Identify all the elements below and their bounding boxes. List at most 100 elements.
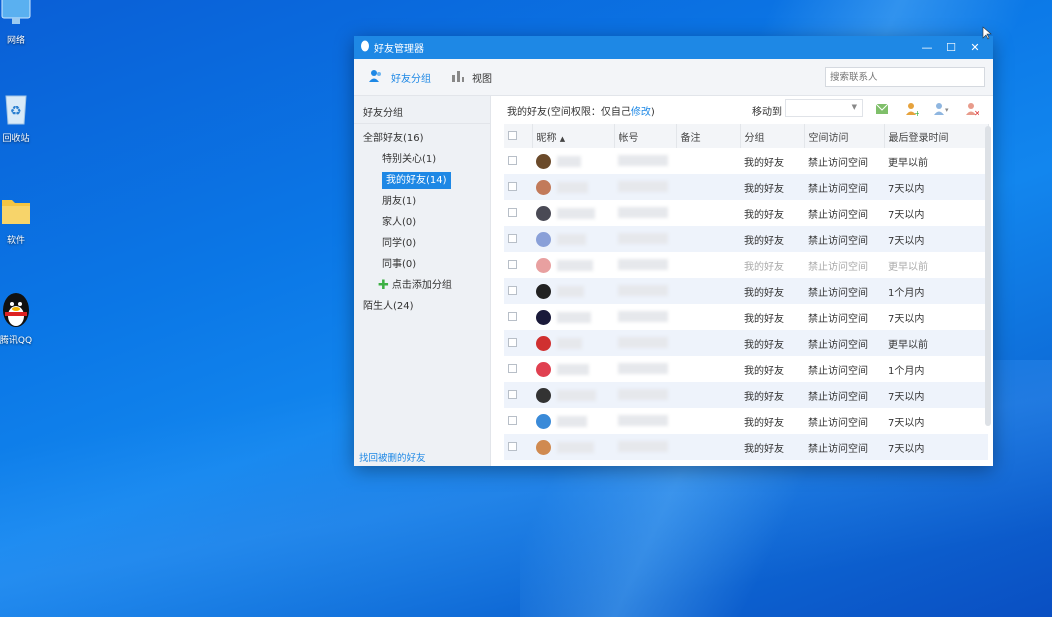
blurred-nickname [557,233,586,245]
nickname-cell [532,356,614,382]
recover-deleted-friends-link[interactable]: 找回被删的好友 [359,450,426,464]
row-checkbox-cell[interactable] [504,408,532,434]
row-checkbox-cell[interactable] [504,382,532,408]
table-row[interactable]: 我的好友 禁止访问空间 更早以前 [504,330,988,356]
blurred-nickname [557,415,587,427]
group-my-friends[interactable]: 我的好友(14) [354,170,490,191]
table-row[interactable]: 我的好友 禁止访问空间 7天以内 [504,174,988,200]
row-checkbox-cell[interactable] [504,330,532,356]
table-row[interactable]: 我的好友 禁止访问空间 7天以内 [504,408,988,434]
desktop-icon-label: 腾讯QQ [0,336,33,346]
search-input[interactable] [825,67,985,87]
row-checkbox[interactable] [508,208,517,217]
close-button[interactable]: ✕ [963,41,987,54]
group-family[interactable]: 家人(0) [354,212,490,233]
row-checkbox[interactable] [508,442,517,451]
desktop-icon-qq[interactable]: 腾讯QQ [0,290,46,346]
group-colleagues[interactable]: 同事(0) [354,254,490,275]
tab-view[interactable]: 视图 [451,70,492,85]
account-cell [614,200,676,226]
table-row[interactable]: 我的好友 禁止访问空间 7天以内 [504,304,988,330]
row-checkbox[interactable] [508,338,517,347]
desktop-icon-network[interactable]: 网络 [0,0,46,46]
row-checkbox[interactable] [508,260,517,269]
table-row[interactable]: 我的好友 禁止访问空间 更早以前 [504,148,988,174]
column-header-group[interactable]: 分组 [740,124,805,148]
group-friends[interactable]: 朋友(1) [354,191,490,212]
row-checkbox[interactable] [508,182,517,191]
desktop-icon-recycle-bin[interactable]: ♻ 回收站 [0,88,46,144]
row-checkbox-cell[interactable] [504,226,532,252]
table-row[interactable]: 我的好友 禁止访问空间 7天以内 [504,200,988,226]
column-header-account[interactable]: 帐号 [614,124,677,148]
last-login-cell: 更早以前 [888,157,928,169]
desktop-icon-software-folder[interactable]: 软件 [0,190,46,246]
group-cell: 我的好友 [744,261,784,273]
row-checkbox-cell[interactable] [504,148,532,174]
blurred-account [618,363,668,375]
column-header-last-login[interactable]: 最后登录时间 [884,124,989,148]
vertical-scrollbar[interactable] [985,126,991,426]
desktop-icon-label: 网络 [6,36,25,46]
row-checkbox[interactable] [508,416,517,425]
table-row[interactable]: 我的好友 禁止访问空间 7天以内 [504,382,988,408]
tab-label: 好友分组 [391,73,431,85]
group-classmates[interactable]: 同学(0) [354,233,490,254]
send-message-icon[interactable] [869,100,895,118]
row-checkbox-cell[interactable] [504,434,532,460]
row-checkbox-cell[interactable] [504,278,532,304]
table-row[interactable]: 我的好友 禁止访问空间 7天以内 [504,434,988,460]
avatar [536,413,551,429]
add-group-button[interactable]: ✚ 点击添加分组 [354,275,490,296]
space-access-cell: 禁止访问空间 [808,157,868,169]
blurred-nickname [557,155,581,167]
group-strangers[interactable]: 陌生人(24) [354,296,490,317]
group-label: 特别关心(1) [382,154,437,165]
add-contact-icon[interactable]: + [899,100,925,118]
last-login-cell: 7天以内 [888,417,925,429]
select-all-checkbox[interactable] [508,131,517,140]
sidebar-title: 好友分组 [354,96,490,124]
column-header-space-access[interactable]: 空间访问 [804,124,885,148]
table-row[interactable]: 我的好友 禁止访问空间 7天以内 [504,226,988,252]
row-checkbox-cell[interactable] [504,200,532,226]
remark-cell [676,330,740,356]
row-checkbox-cell[interactable] [504,304,532,330]
row-checkbox[interactable] [508,156,517,165]
group-all-friends[interactable]: 全部好友(16) [354,128,490,149]
remark-cell [676,252,740,278]
row-checkbox[interactable] [508,234,517,243]
minimize-button[interactable]: — [915,41,939,54]
modify-permission-link[interactable]: 修改 [631,107,651,118]
remark-cell [676,434,740,460]
blurred-account [618,285,668,297]
group-special-care[interactable]: 特别关心(1) [354,149,490,170]
delete-contact-icon[interactable]: ✕ [959,100,985,118]
table-row[interactable]: 我的好友 禁止访问空间 更早以前 [504,252,988,278]
maximize-button[interactable]: ☐ [939,41,963,54]
row-checkbox[interactable] [508,312,517,321]
tab-friend-groups[interactable]: 好友分组 [368,69,431,86]
avatar [536,335,551,351]
title-bar[interactable]: 好友管理器 — ☐ ✕ [354,36,993,59]
svg-text:♻: ♻ [10,104,22,119]
add-group-label: 点击添加分组 [391,280,452,291]
avatar [536,361,551,377]
row-checkbox[interactable] [508,286,517,295]
blurred-nickname [557,389,596,401]
row-checkbox[interactable] [508,364,517,373]
table-row[interactable]: 我的好友 禁止访问空间 1个月内 [504,356,988,382]
move-contact-icon[interactable]: ▾ [929,100,955,118]
space-access-cell: 禁止访问空间 [808,261,868,273]
row-checkbox-cell[interactable] [504,174,532,200]
column-header-remark[interactable]: 备注 [676,124,741,148]
move-to-select[interactable]: ▼ [785,99,863,117]
table-row[interactable]: 我的好友 禁止访问空间 1个月内 [504,278,988,304]
column-header-nickname[interactable]: 昵称 ▲ [532,124,615,148]
nickname-cell [532,200,614,226]
row-checkbox-cell[interactable] [504,252,532,278]
row-checkbox-cell[interactable] [504,356,532,382]
row-checkbox[interactable] [508,390,517,399]
select-all-header[interactable] [504,124,533,148]
account-cell [614,174,676,200]
